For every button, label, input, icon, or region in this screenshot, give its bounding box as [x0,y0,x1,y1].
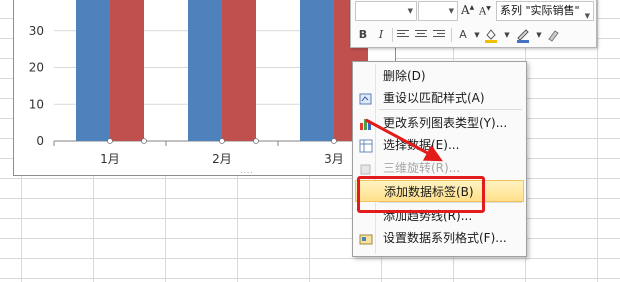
annotation-arrow [365,118,443,162]
